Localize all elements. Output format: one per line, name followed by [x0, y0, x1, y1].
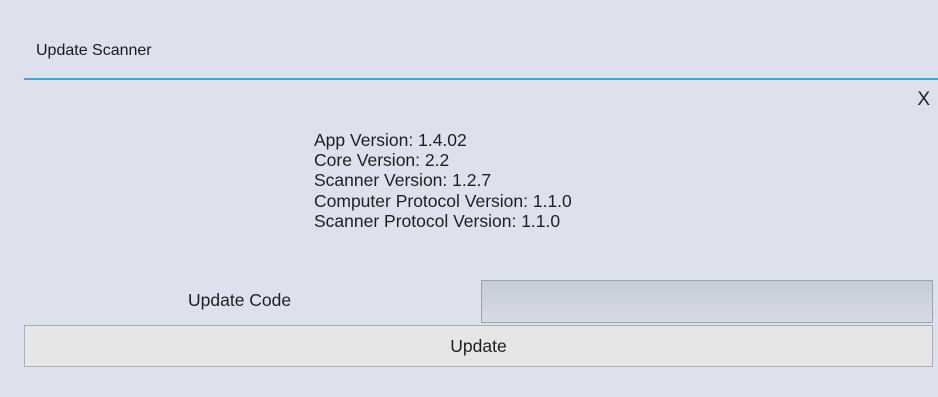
scanner-version-text: Scanner Version: 1.2.7 [314, 170, 492, 191]
computer-protocol-version-text: Computer Protocol Version: 1.1.0 [314, 190, 572, 211]
update-code-label: Update Code [188, 290, 292, 310]
core-version-text: Core Version: 2.2 [314, 150, 450, 171]
update-code-input[interactable] [481, 280, 933, 323]
update-button[interactable]: Update [24, 325, 933, 367]
title-bar: Update Scanner [24, 0, 938, 80]
app-version-text: App Version: 1.4.02 [314, 130, 467, 150]
scanner-protocol-version-text: Scanner Protocol Version: 1.1.0 [314, 210, 561, 231]
version-info: App Version: 1.4.02 Core Version: 2.2 Sc… [314, 130, 572, 231]
update-scanner-window: Update Scanner X App Version: 1.4.02 Cor… [0, 0, 938, 397]
window-title: Update Scanner [36, 42, 152, 59]
close-button[interactable]: X [917, 90, 930, 110]
